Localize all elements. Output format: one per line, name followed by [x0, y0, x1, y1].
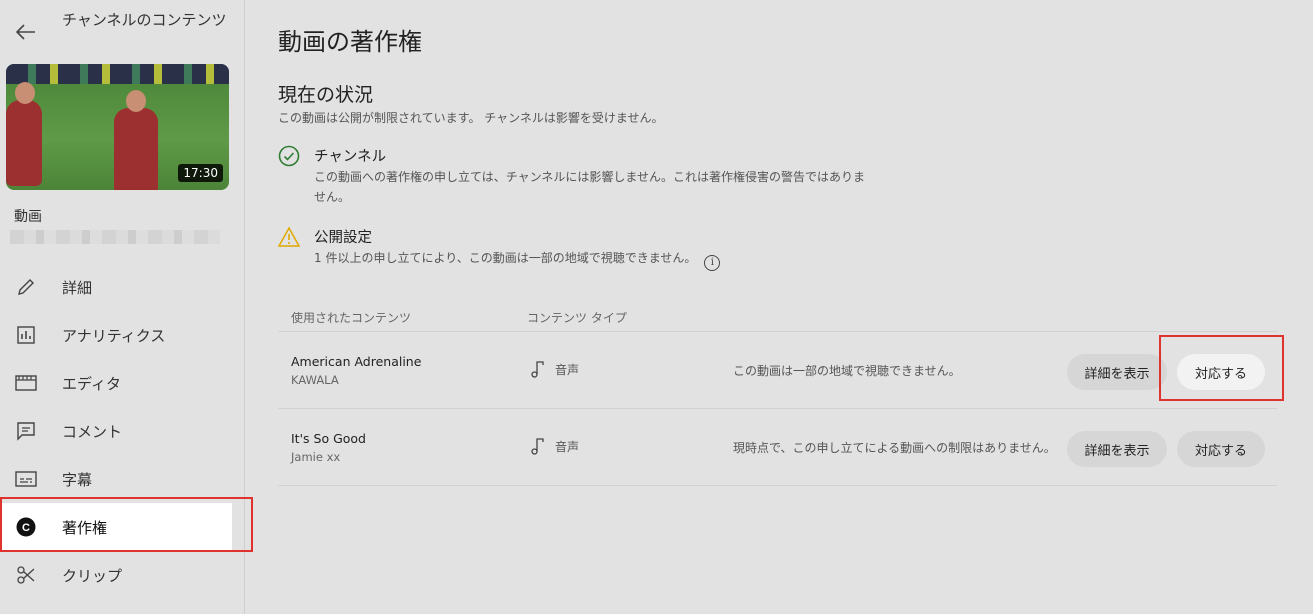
editor-icon [14, 371, 38, 395]
column-header-content: 使用されたコンテンツ [291, 311, 412, 325]
sidebar-item-subtitles[interactable]: 字幕 [0, 455, 245, 503]
page-title: 動画の著作権 [278, 28, 422, 56]
sidebar-item-label: アナリティクス [62, 326, 166, 345]
take-action-button[interactable]: 対応する [1177, 431, 1265, 467]
copyright-icon: C [14, 515, 38, 539]
channel-content-title: チャンネルのコンテンツ [62, 11, 227, 29]
section-title: 現在の状況 [278, 84, 374, 106]
video-duration: 17:30 [178, 164, 223, 182]
sidebar-item-label: コメント [62, 422, 123, 441]
view-details-button[interactable]: 詳細を表示 [1067, 354, 1167, 390]
view-details-button[interactable]: 詳細を表示 [1067, 431, 1167, 467]
status-visibility: 公開設定 1 件以上の申し立てにより、この動画は一部の地域で視聴できません。 i [277, 226, 898, 271]
content-type-label: 音声 [555, 439, 580, 454]
video-thumbnail[interactable]: 17:30 [6, 64, 229, 190]
section-subtitle: この動画は公開が制限されています。 チャンネルは影響を受けません。 [278, 111, 664, 125]
table-row: It's So Good Jamie xx 音声 現時点で、この申し立てによる動… [278, 409, 1277, 486]
sidebar-item-label: 字幕 [62, 470, 93, 489]
impact-text: 現時点で、この申し立てによる動画への制限はありません。 [733, 441, 1056, 455]
sidebar-item-label: エディタ [62, 374, 121, 393]
main-content: 動画の著作権 現在の状況 この動画は公開が制限されています。 チャンネルは影響を… [246, 0, 1313, 614]
warning-icon [277, 226, 301, 248]
song-title: It's So Good [291, 431, 366, 446]
status-text: 1 件以上の申し立てにより、この動画は一部の地域で視聴できません。 [314, 251, 697, 265]
sidebar-item-label: 著作権 [62, 518, 108, 537]
sidebar-item-label: クリップ [62, 566, 123, 585]
svg-text:C: C [22, 522, 30, 534]
analytics-icon [14, 323, 38, 347]
sidebar-item-label: 詳細 [62, 278, 93, 297]
column-header-type: コンテンツ タイプ [527, 311, 627, 325]
music-note-icon [531, 361, 544, 378]
status-text: この動画への著作権の申し立ては、チャンネルには影響しません。これは著作権侵害の警… [314, 170, 866, 204]
impact-text: この動画は一部の地域で視聴できません。 [733, 364, 961, 378]
sidebar-item-analytics[interactable]: アナリティクス [0, 311, 245, 359]
status-text-wrap: 1 件以上の申し立てにより、この動画は一部の地域で視聴できません。 i [314, 248, 934, 271]
back-arrow-icon[interactable] [14, 20, 38, 44]
music-note-icon [531, 438, 544, 455]
status-channel: チャンネル この動画への著作権の申し立ては、チャンネルには影響しません。これは著… [278, 145, 898, 205]
artist-name: KAWALA [291, 373, 339, 387]
content-type: 音声 [531, 360, 579, 378]
comment-icon [14, 419, 38, 443]
video-title-redacted [10, 230, 220, 244]
subtitles-icon [14, 467, 38, 491]
info-icon[interactable]: i [704, 255, 721, 271]
take-action-button[interactable]: 対応する [1177, 354, 1265, 390]
table-row: American Adrenaline KAWALA 音声 この動画は一部の地域… [278, 332, 1277, 409]
sidebar: チャンネルのコンテンツ 17:30 動画 詳細 アナリティクス エディタ コメン… [0, 0, 245, 614]
status-title: チャンネル [314, 149, 387, 165]
scissors-icon [14, 563, 38, 587]
video-label: 動画 [14, 209, 42, 225]
sidebar-item-details[interactable]: 詳細 [0, 263, 245, 311]
content-type: 音声 [531, 437, 579, 455]
status-title: 公開設定 [314, 230, 372, 246]
sidebar-item-clips[interactable]: クリップ [0, 551, 245, 599]
content-type-label: 音声 [555, 362, 580, 377]
sidebar-item-copyright[interactable]: C 著作権 [2, 503, 232, 551]
check-circle-icon [278, 145, 300, 167]
artist-name: Jamie xx [291, 450, 341, 464]
table-header: 使用されたコンテンツ コンテンツ タイプ [278, 300, 1277, 332]
pencil-icon [14, 275, 38, 299]
claims-table: 使用されたコンテンツ コンテンツ タイプ American Adrenaline… [278, 300, 1277, 486]
sidebar-item-comments[interactable]: コメント [0, 407, 245, 455]
song-title: American Adrenaline [291, 354, 422, 369]
sidebar-item-editor[interactable]: エディタ [0, 359, 245, 407]
